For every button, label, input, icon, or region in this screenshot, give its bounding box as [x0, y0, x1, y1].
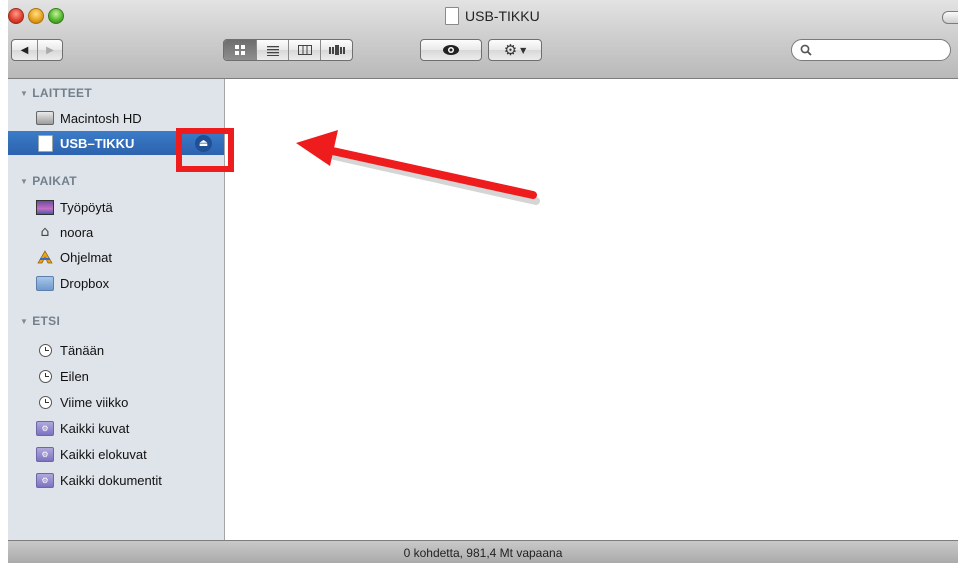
sidebar-item-macintosh-hd[interactable]: Macintosh HD — [8, 106, 224, 130]
column-view-button[interactable] — [288, 40, 320, 60]
quick-look-button[interactable] — [420, 39, 482, 61]
smart-folder-icon — [36, 446, 54, 462]
sidebar-item-eilen[interactable]: Eilen — [8, 364, 224, 388]
file-browser-content[interactable] — [226, 79, 958, 540]
forward-button[interactable]: ▶ — [36, 40, 62, 60]
clock-icon — [38, 395, 52, 409]
toolbar-toggle-button[interactable] — [942, 11, 958, 24]
sidebar-section-header-etsi[interactable]: ▼ ETSI — [20, 314, 60, 328]
zoom-window-button[interactable] — [48, 8, 64, 24]
finder-window: USB-TIKKU ◀ ▶ ⚙ ▼ ▼ LAITTEET Macintosh H… — [8, 0, 958, 563]
usb-drive-icon — [445, 7, 459, 25]
icon-view-button[interactable] — [224, 40, 256, 60]
column-view-icon — [297, 45, 312, 55]
chevron-down-icon: ▼ — [520, 45, 527, 55]
desktop-icon — [36, 199, 54, 215]
list-view-button[interactable] — [256, 40, 288, 60]
disclosure-triangle-icon: ▼ — [20, 316, 29, 326]
sidebar-item-noora[interactable]: ⌂ noora — [8, 220, 224, 244]
back-button[interactable]: ◀ — [12, 40, 37, 60]
list-view-icon — [266, 46, 279, 56]
disclosure-triangle-icon: ▼ — [20, 88, 29, 98]
sidebar-item-dropbox[interactable]: Dropbox — [8, 271, 224, 295]
icon-view-icon — [235, 45, 245, 55]
search-icon — [800, 44, 812, 56]
gear-icon: ⚙ — [503, 41, 518, 59]
view-mode-control — [223, 39, 353, 61]
coverflow-view-icon — [328, 45, 345, 55]
coverflow-view-button[interactable] — [320, 40, 352, 60]
eye-icon — [443, 45, 459, 55]
clock-icon — [38, 369, 52, 383]
eject-highlight-box — [176, 128, 234, 172]
sidebar-item-kaikki-elokuvat[interactable]: Kaikki elokuvat — [8, 442, 224, 466]
applications-icon — [37, 250, 53, 264]
sidebar-item-viime-viikko[interactable]: Viime viikko — [8, 390, 224, 414]
sidebar-item-tyopoyta[interactable]: Työpöytä — [8, 195, 224, 219]
minimize-window-button[interactable] — [28, 8, 44, 24]
status-bar: 0 kohdetta, 981,4 Mt vapaana — [8, 540, 958, 563]
sidebar-item-kaikki-dokumentit[interactable]: Kaikki dokumentit — [8, 468, 224, 492]
forward-arrow-icon: ▶ — [46, 44, 54, 56]
folder-icon — [36, 275, 54, 291]
action-menu-button[interactable]: ⚙ ▼ — [488, 39, 542, 61]
search-input[interactable] — [816, 40, 950, 60]
back-arrow-icon: ◀ — [20, 44, 29, 56]
status-text: 0 kohdetta, 981,4 Mt vapaana — [403, 545, 563, 560]
search-field[interactable] — [791, 39, 951, 61]
sidebar-item-ohjelmat[interactable]: Ohjelmat — [8, 245, 224, 269]
home-icon: ⌂ — [40, 224, 50, 240]
window-title-text: USB-TIKKU — [465, 8, 540, 24]
hard-drive-icon — [36, 111, 54, 125]
sidebar-section-header-laitteet[interactable]: ▼ LAITTEET — [20, 86, 92, 100]
usb-drive-icon — [37, 134, 53, 152]
sidebar-item-kaikki-kuvat[interactable]: Kaikki kuvat — [8, 416, 224, 440]
close-window-button[interactable] — [8, 8, 24, 24]
disclosure-triangle-icon: ▼ — [20, 176, 29, 186]
window-title: USB-TIKKU — [445, 6, 540, 26]
smart-folder-icon — [36, 472, 54, 488]
navigation-buttons: ◀ ▶ — [11, 39, 63, 61]
sidebar-item-tanaan[interactable]: Tänään — [8, 338, 224, 362]
clock-icon — [38, 343, 52, 357]
smart-folder-icon — [36, 420, 54, 436]
title-toolbar-bar: USB-TIKKU ◀ ▶ ⚙ ▼ — [8, 0, 958, 79]
sidebar-section-header-paikat[interactable]: ▼ PAIKAT — [20, 174, 77, 188]
